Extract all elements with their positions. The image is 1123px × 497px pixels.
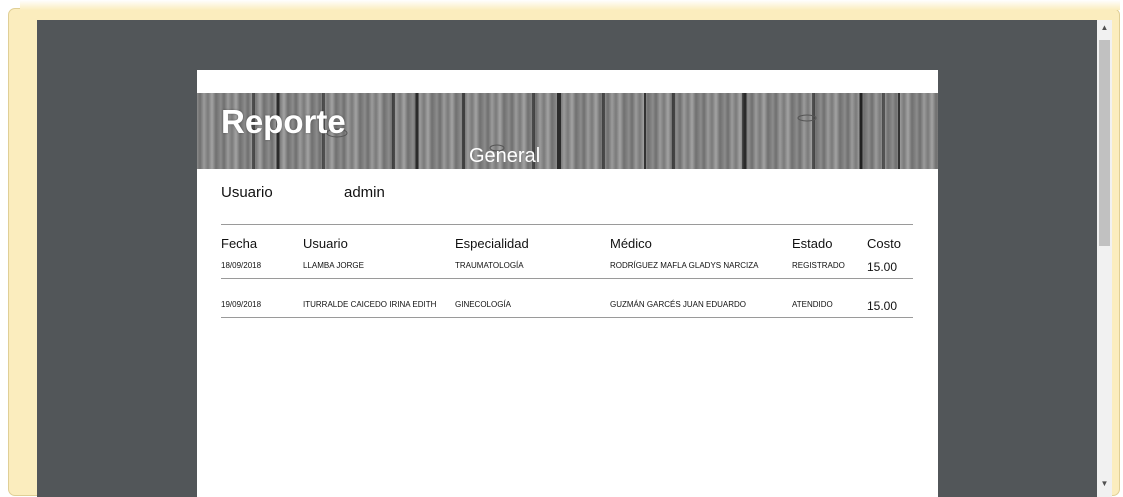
column-header-medico: Médico [610, 236, 652, 251]
scroll-up-icon[interactable]: ▲ [1097, 20, 1112, 36]
cell-usuario: ITURRALDE CAICEDO IRINA EDITH [303, 300, 437, 309]
cell-medico: GUZMÁN GARCÉS JUAN EDUARDO [610, 300, 747, 309]
cell-costo: 15.00 [867, 260, 898, 274]
report-title: Reporte [221, 103, 346, 140]
cell-especialidad: GINECOLOGÍA [455, 300, 512, 309]
frame-top-edge [20, 0, 1120, 10]
cell-usuario: LLAMBA JORGE [303, 261, 364, 270]
header-divider [221, 224, 913, 225]
column-header-fecha: Fecha [221, 236, 258, 251]
cell-medico: RODRÍGUEZ MAFLA GLADYS NARCIZA [610, 261, 759, 270]
pdf-viewer[interactable]: Reporte General Usuario admin Fecha Usua… [37, 20, 1097, 497]
scroll-thumb[interactable] [1099, 40, 1110, 246]
user-value: admin [344, 184, 385, 201]
column-header-especialidad: Especialidad [455, 236, 529, 251]
cell-fecha: 18/09/2018 [221, 261, 262, 270]
user-label: Usuario [221, 184, 273, 201]
cell-estado: ATENDIDO [792, 300, 833, 309]
row-divider [221, 317, 913, 318]
column-header-costo: Costo [867, 236, 901, 251]
report-page: Reporte General Usuario admin Fecha Usua… [197, 70, 938, 497]
cell-especialidad: TRAUMATOLOGÍA [455, 261, 524, 270]
vertical-scrollbar[interactable]: ▲ ▼ [1097, 20, 1112, 497]
cell-fecha: 19/09/2018 [221, 300, 262, 309]
column-header-usuario: Usuario [303, 236, 348, 251]
cell-estado: REGISTRADO [792, 261, 845, 270]
report-subtitle: General [469, 145, 541, 167]
column-header-estado: Estado [792, 236, 833, 251]
report-banner: Reporte General [197, 93, 938, 169]
cell-costo: 15.00 [867, 299, 898, 313]
row-divider [221, 278, 913, 279]
scroll-down-icon[interactable]: ▼ [1097, 476, 1112, 492]
